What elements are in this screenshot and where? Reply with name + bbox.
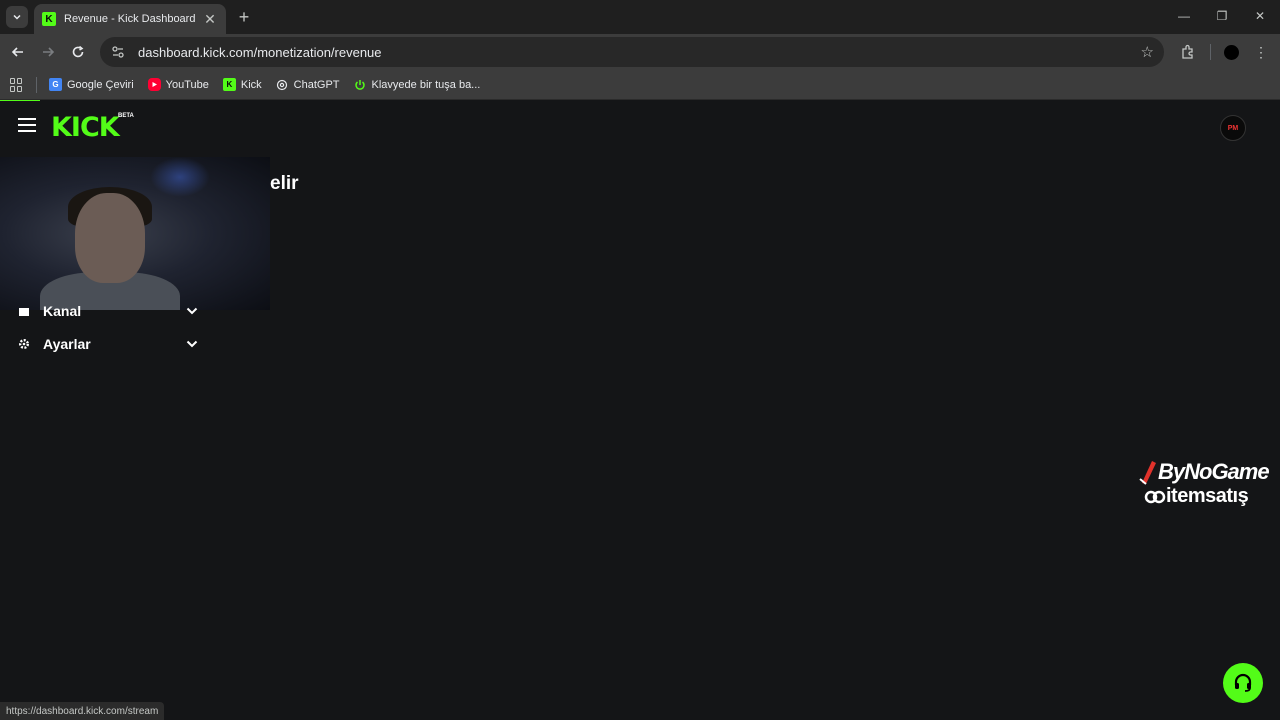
browser-toolbar: dashboard.kick.com/monetization/revenue … (0, 34, 1280, 70)
more-menu-icon[interactable]: ⋮ (1254, 44, 1268, 61)
bookmarks-separator (36, 76, 37, 93)
bookmark-google-translate[interactable]: G Google Çeviri (49, 78, 134, 91)
page-title: elir (270, 173, 299, 194)
chevron-down-icon (13, 14, 21, 20)
channel-icon (18, 305, 30, 317)
reload-button[interactable] (68, 42, 88, 62)
sponsor-watermark: ByNoGame itemsatış (1138, 459, 1280, 508)
kick-logo[interactable]: KICK (51, 112, 120, 143)
hamburger-menu-icon[interactable] (18, 118, 36, 132)
tab-title: Revenue - Kick Dashboard (64, 13, 196, 25)
url-text: dashboard.kick.com/monetization/revenue (138, 44, 382, 60)
arrow-right-icon (43, 47, 55, 57)
power-icon (354, 78, 367, 91)
arrow-left-icon (11, 47, 23, 57)
user-avatar[interactable]: PM (1220, 115, 1246, 141)
google-translate-icon: G (49, 78, 62, 91)
tab-search-button[interactable] (6, 6, 28, 28)
sidebar-item-channel[interactable]: Kanal (18, 300, 198, 322)
headset-icon (1234, 673, 1252, 692)
site-info-icon[interactable] (110, 44, 126, 60)
chevron-down-icon (186, 305, 198, 317)
webcam-overlay (0, 157, 270, 310)
bookmarks-bar: G Google Çeviri YouTube K Kick ChatGPT K… (0, 70, 1280, 100)
bookmark-chatgpt[interactable]: ChatGPT (276, 78, 340, 91)
itemsatis-logo-icon (1144, 490, 1166, 503)
toolbar-divider (1210, 44, 1211, 60)
kick-icon: K (222, 78, 236, 91)
youtube-icon (147, 78, 161, 91)
gear-icon (18, 338, 30, 350)
restore-button[interactable]: ❐ (1214, 8, 1230, 24)
kick-dashboard-page: KICK BETA PM elir Kanal Ayarlar ByNoGame (0, 101, 1280, 720)
address-bar[interactable]: dashboard.kick.com/monetization/revenue … (100, 37, 1164, 67)
support-chat-button[interactable] (1223, 663, 1263, 703)
tab-strip: K Revenue - Kick Dashboard ✕ + — ❐ ✕ (0, 0, 1280, 34)
new-tab-button[interactable]: + (234, 7, 254, 27)
kick-favicon-icon: K (42, 12, 56, 26)
beta-badge: BETA (118, 113, 134, 119)
reload-icon (72, 45, 84, 58)
bookmark-klavyede[interactable]: Klavyede bir tuşa ba... (354, 78, 480, 91)
chevron-down-icon (186, 338, 198, 350)
bookmark-star-icon[interactable]: ☆ (1141, 43, 1154, 61)
profile-avatar[interactable] (1224, 45, 1239, 60)
close-window-button[interactable]: ✕ (1252, 8, 1268, 24)
apps-grid-icon[interactable] (10, 77, 24, 92)
forward-button[interactable] (38, 42, 58, 62)
back-button[interactable] (8, 42, 28, 62)
bookmark-youtube[interactable]: YouTube (147, 78, 209, 91)
tab-close-icon[interactable]: ✕ (202, 11, 218, 28)
minimize-button[interactable]: — (1176, 8, 1192, 24)
extensions-icon[interactable] (1180, 44, 1196, 60)
chatgpt-icon (276, 78, 289, 91)
sidebar-item-settings[interactable]: Ayarlar (18, 333, 198, 355)
bookmark-kick[interactable]: K Kick (222, 78, 262, 91)
browser-tab-active[interactable]: K Revenue - Kick Dashboard ✕ (34, 4, 226, 34)
bynogame-logo-icon (1139, 461, 1156, 485)
status-bar-url: https://dashboard.kick.com/stream (0, 702, 165, 720)
